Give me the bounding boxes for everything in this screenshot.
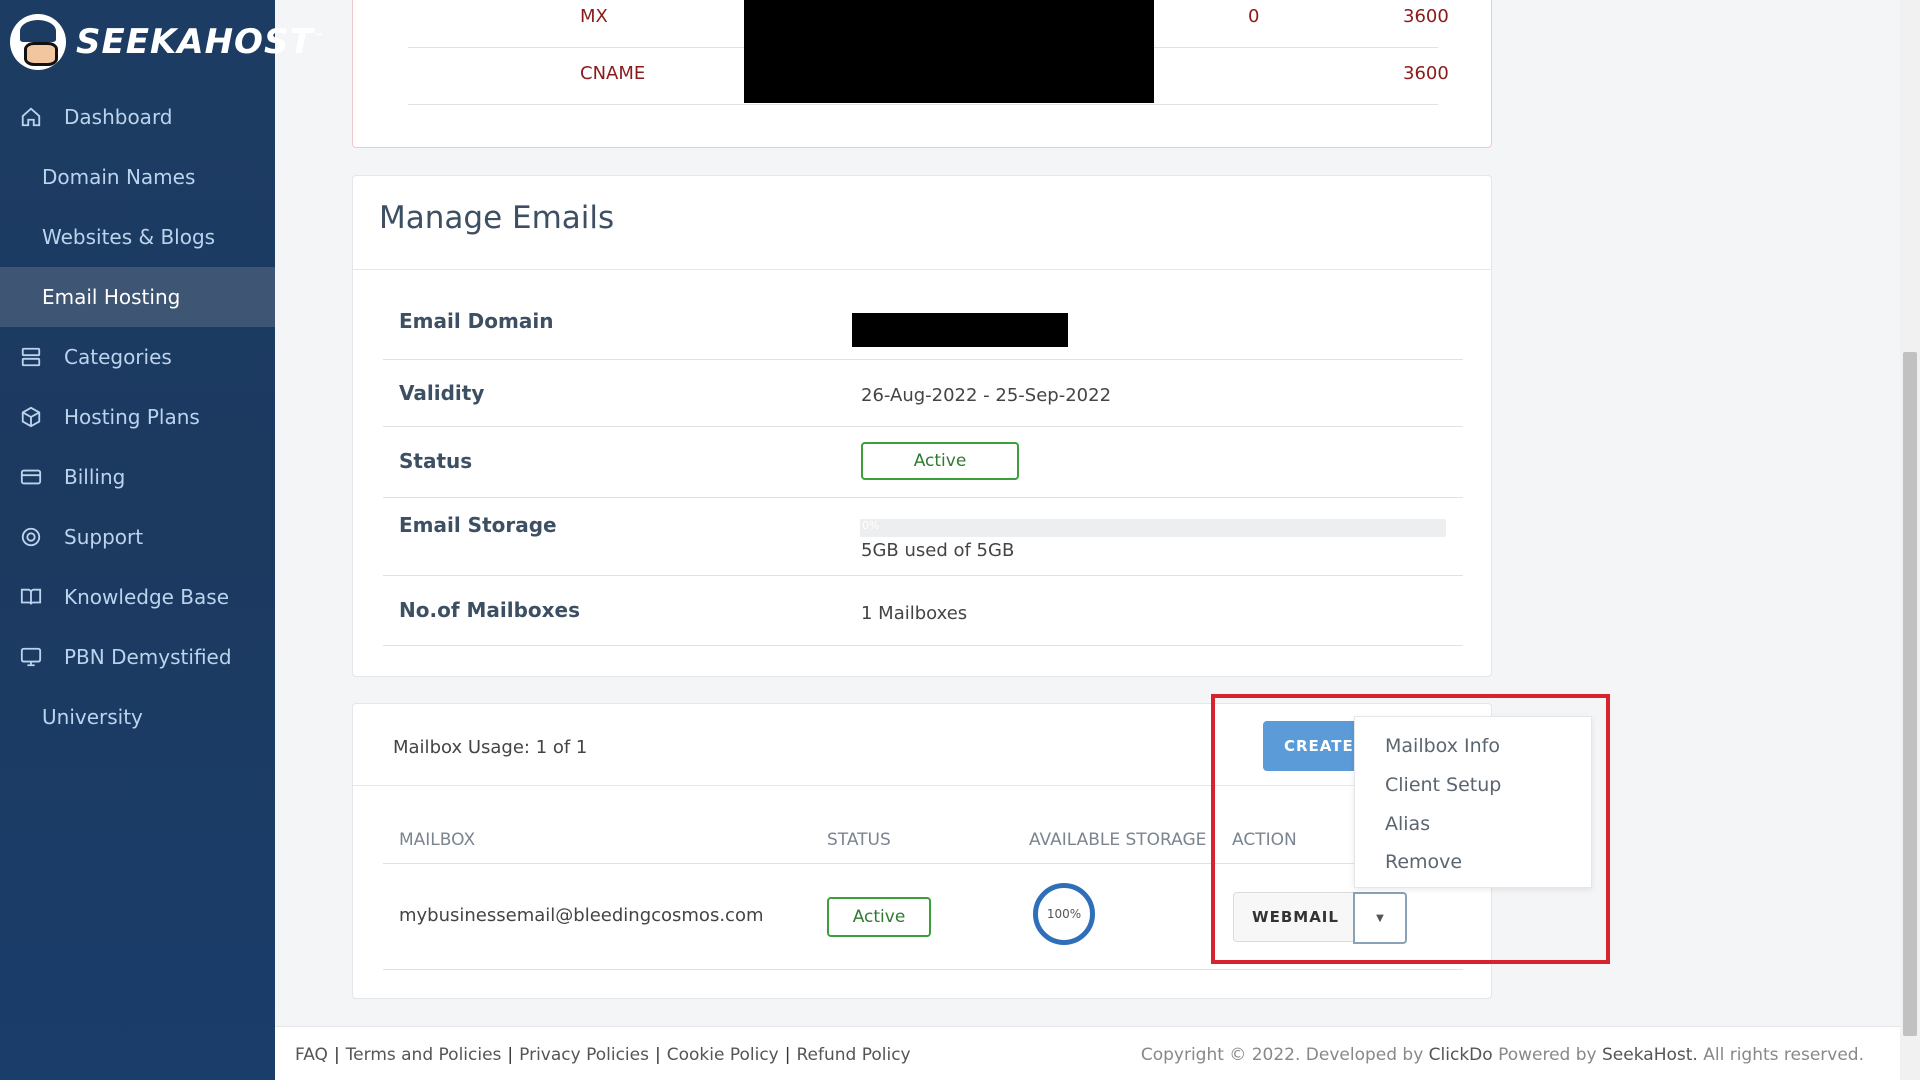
wizard-logo-icon: [10, 14, 66, 70]
column-header-available-storage: AVAILABLE STORAGE: [1029, 830, 1207, 850]
highlight-annotation-box: [1211, 694, 1610, 964]
home-icon: [20, 106, 42, 128]
sidebar-item-knowledge-base[interactable]: Knowledge Base: [0, 567, 275, 627]
mailbox-usage: Mailbox Usage: 1 of 1: [393, 737, 588, 758]
email-domain-label: Email Domain: [399, 309, 554, 333]
powered-by-text: Powered by: [1498, 1045, 1597, 1065]
dns-type: CNAME: [580, 63, 646, 84]
sidebar-item-support[interactable]: Support: [0, 507, 275, 567]
sidebar-item-label: Billing: [64, 465, 126, 489]
sidebar-item-hosting-plans[interactable]: Hosting Plans: [0, 387, 275, 447]
powered-link[interactable]: SeekaHost.: [1602, 1045, 1698, 1065]
sidebar-item-label: PBN Demystified: [64, 645, 232, 669]
dns-type: MX: [580, 6, 608, 27]
brand-name: SEEKAHOST: [76, 22, 314, 62]
storage-progress-label: 0%: [862, 519, 880, 532]
sidebar-item-label: Hosting Plans: [64, 405, 200, 429]
credit-card-icon: [20, 466, 42, 488]
brand-logo[interactable]: SEEKAHOST™: [10, 14, 325, 70]
footer-link-refund[interactable]: Refund Policy: [796, 1045, 910, 1065]
copyright-text: Copyright © 2022. Developed by: [1140, 1045, 1424, 1065]
footer-link-terms[interactable]: Terms and Policies: [346, 1045, 502, 1065]
mailboxes-row: No.of Mailboxes 1 Mailboxes: [383, 576, 1463, 646]
manage-emails-card: Manage Emails Email Domain Validity 26-A…: [352, 175, 1492, 677]
email-storage-value: 5GB used of 5GB: [861, 540, 1015, 561]
page-title: Manage Emails: [379, 200, 615, 236]
status-label: Status: [399, 449, 473, 473]
mailboxes-value: 1 Mailboxes: [861, 603, 968, 624]
sidebar-item-label: Websites & Blogs: [42, 225, 216, 249]
sidebar-item-label: Knowledge Base: [64, 585, 229, 609]
redaction-block: [744, 0, 1154, 103]
dns-priority: 0: [1248, 6, 1260, 27]
sidebar-item-label: Categories: [64, 345, 172, 369]
validity-row: Validity 26-Aug-2022 - 25-Sep-2022: [383, 360, 1463, 427]
footer: FAQ | Terms and Policies | Privacy Policies |…: [275, 1026, 1900, 1080]
server-icon: [20, 346, 42, 368]
sidebar-item-label: Domain Names: [42, 165, 196, 189]
sidebar-nav: Dashboard Domain Names Websites & Blogs …: [0, 87, 275, 747]
dns-ttl: 3600: [1403, 6, 1449, 27]
rights-text: All rights reserved.: [1703, 1045, 1864, 1065]
footer-link-faq[interactable]: FAQ: [295, 1045, 328, 1065]
validity-label: Validity: [399, 381, 485, 405]
scrollbar-thumb[interactable]: [1903, 352, 1917, 1036]
footer-copyright: Copyright © 2022. Developed by ClickDo P…: [1141, 1045, 1864, 1065]
storage-ring: 100%: [1033, 883, 1095, 945]
sidebar-item-label: Support: [64, 525, 144, 549]
sidebar-item-dashboard[interactable]: Dashboard: [0, 87, 275, 147]
storage-ring-label: 100%: [1046, 907, 1082, 921]
box-icon: [20, 406, 42, 428]
email-storage-row: Email Storage 5GB used of 5GB: [383, 498, 1463, 576]
mailboxes-label: No.of Mailboxes: [399, 598, 581, 622]
sidebar-item-email-hosting[interactable]: Email Hosting: [0, 267, 275, 327]
sidebar-item-university[interactable]: University: [0, 687, 275, 747]
divider: [383, 969, 1463, 970]
status-row: Status Active: [383, 427, 1463, 498]
sidebar-item-pbn-demystified[interactable]: PBN Demystified: [0, 627, 275, 687]
status-badge: Active: [861, 442, 1019, 480]
footer-links: FAQ | Terms and Policies | Privacy Policies |…: [295, 1045, 911, 1065]
developer-link[interactable]: ClickDo: [1429, 1045, 1493, 1065]
email-storage-label: Email Storage: [399, 513, 557, 537]
mailbox-status-badge: Active: [827, 897, 931, 937]
lifebuoy-icon: [20, 526, 42, 548]
brand-tm: ™: [313, 32, 325, 44]
sidebar: SEEKAHOST™ Dashboard Domain Names Websit…: [0, 0, 324, 1080]
sidebar-item-label: Email Hosting: [42, 285, 181, 309]
redaction-block: [852, 313, 1068, 347]
footer-link-privacy[interactable]: Privacy Policies: [519, 1045, 649, 1065]
sidebar-item-domain-names[interactable]: Domain Names: [0, 147, 275, 207]
column-header-status: STATUS: [827, 830, 891, 850]
sidebar-item-websites-blogs[interactable]: Websites & Blogs: [0, 207, 275, 267]
sidebar-item-billing[interactable]: Billing: [0, 447, 275, 507]
sidebar-item-categories[interactable]: Categories: [0, 327, 275, 387]
mailbox-email: mybusinessemail@bleedingcosmos.com: [399, 905, 764, 926]
book-icon: [20, 586, 42, 608]
monitor-icon: [20, 646, 42, 668]
storage-progress-bar: 0%: [860, 519, 1446, 537]
sidebar-item-label: University: [42, 705, 143, 729]
column-header-mailbox: MAILBOX: [399, 830, 476, 850]
sidebar-item-label: Dashboard: [64, 105, 173, 129]
footer-link-cookie[interactable]: Cookie Policy: [667, 1045, 779, 1065]
dns-ttl: 3600: [1403, 63, 1449, 84]
validity-value: 26-Aug-2022 - 25-Sep-2022: [861, 385, 1112, 406]
